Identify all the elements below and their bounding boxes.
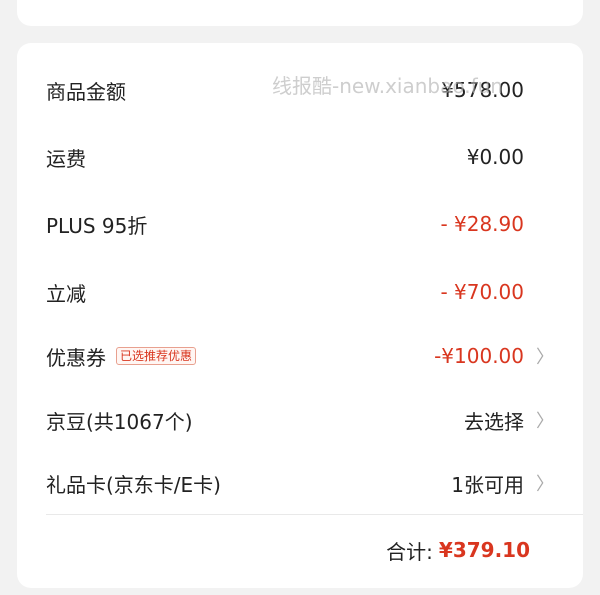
row-label: 优惠券 [46,345,106,370]
row-label: 京豆(共1067个) [46,409,193,434]
divider [46,514,583,515]
row-goods-amount: 商品金额 ¥578.00 [46,70,546,110]
row-value: - ¥70.00 [440,280,524,304]
row-gift-card[interactable]: 礼品卡(京东卡/E卡) 1张可用 〉 [46,463,554,503]
chevron-right-icon[interactable]: 〉 [536,407,554,433]
row-label: 运费 [46,146,86,171]
row-shipping: 运费 ¥0.00 [46,137,546,177]
order-total: 合计: ¥379.10 [386,530,530,570]
row-instant-discount: 立减 - ¥70.00 [46,272,546,312]
row-value: - ¥28.90 [440,212,524,236]
row-value: 去选择 [464,409,524,434]
row-label: 商品金额 [46,79,126,104]
price-summary-card [17,43,583,588]
row-jingdou[interactable]: 京豆(共1067个) 去选择 〉 [46,400,554,440]
chevron-right-icon[interactable]: 〉 [536,470,554,496]
row-plus-discount: PLUS 95折 - ¥28.90 [46,204,546,244]
row-value: 1张可用 [451,472,524,497]
previous-card [17,0,583,26]
row-coupon[interactable]: 优惠券 已选推荐优惠 -¥100.00 〉 [46,336,554,376]
row-label: PLUS 95折 [46,213,148,238]
total-value: ¥379.10 [438,538,530,562]
chevron-right-icon[interactable]: 〉 [536,343,554,369]
row-label: 礼品卡(京东卡/E卡) [46,472,221,497]
row-label: 立减 [46,281,86,306]
total-label: 合计: [386,539,433,564]
row-value: ¥578.00 [441,78,524,102]
recommended-badge: 已选推荐优惠 [116,347,197,365]
row-value: ¥0.00 [466,145,524,169]
row-value: -¥100.00 [434,344,524,368]
